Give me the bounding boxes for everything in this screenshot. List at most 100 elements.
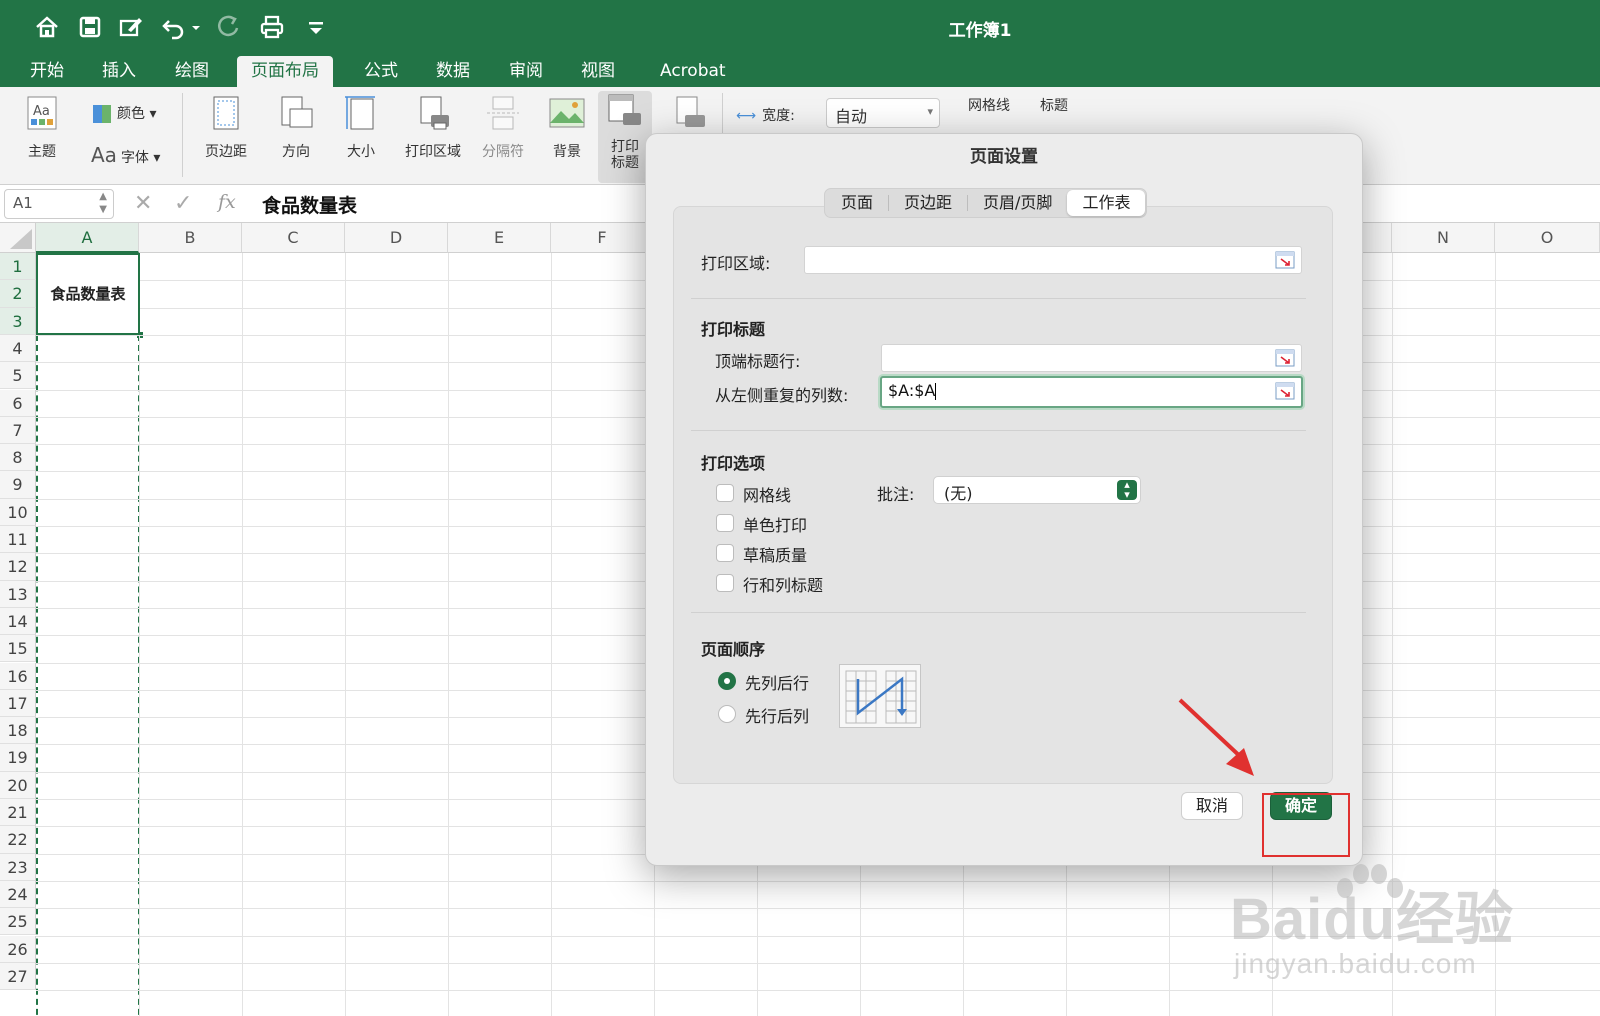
row-header[interactable]: 18 [0,717,36,745]
row-header[interactable]: 12 [0,553,36,581]
width-dropdown[interactable]: 自动 ▾ [826,98,940,128]
cancel-icon[interactable]: ✕ [134,191,152,216]
confirm-icon[interactable]: ✓ [174,191,192,216]
row-header[interactable]: 23 [0,853,36,881]
window-title: 工作簿1 [948,21,1012,41]
select-all-corner[interactable] [0,223,36,253]
formula-input[interactable]: 食品数量表 [262,191,357,218]
column-header[interactable]: N [1392,223,1495,253]
cancel-button[interactable]: 取消 [1181,792,1244,820]
row-header[interactable]: 8 [0,444,36,472]
column-header[interactable]: B [139,223,242,253]
tab-formulas[interactable]: 公式 [356,56,406,87]
print-area-input[interactable] [804,246,1302,274]
down-then-over-radio[interactable] [718,672,736,690]
column-header[interactable]: F [551,223,654,253]
row-header[interactable]: 24 [0,880,36,909]
themes-button[interactable]: Aa 主题 [14,93,70,161]
row-header[interactable]: 4 [0,334,36,363]
row-header[interactable]: 19 [0,744,36,772]
tab-insert[interactable]: 插入 [94,56,144,87]
headings-group-label: 标题 [1040,98,1068,114]
draft-quality-checkbox-label: 草稿质量 [743,546,808,565]
print-titles-button[interactable]: 打印 标题 [598,91,652,183]
cell-a1[interactable]: 食品数量表 [36,253,140,335]
function-icon[interactable]: fx [218,191,236,213]
red-arrow-icon [1178,698,1254,776]
range-select-icon[interactable] [1275,382,1295,400]
row-header[interactable]: 5 [0,362,36,390]
margins-button[interactable]: 页边距 [198,93,254,161]
name-box[interactable]: A1 ▲ ▼ [4,189,114,219]
over-then-down-radio[interactable] [718,705,736,723]
column-header[interactable]: D [345,223,448,253]
row-col-headings-checkbox[interactable] [716,574,734,592]
colors-icon [93,105,111,123]
grid-column-line [139,253,140,1016]
tab-home[interactable]: 开始 [22,56,72,87]
tab-page[interactable]: 页面 [826,190,888,216]
draft-quality-checkbox[interactable] [716,544,734,562]
row-header[interactable]: 1 [0,253,36,281]
cols-to-repeat-input[interactable]: $A:$A [880,376,1303,408]
rows-to-repeat-input[interactable] [881,344,1302,372]
row-header[interactable]: 17 [0,689,36,718]
breaks-label: 分隔符 [482,144,524,160]
breaks-button[interactable]: 分隔符 [477,93,529,161]
row-header[interactable]: 25 [0,908,36,936]
row-header[interactable]: 26 [0,935,36,963]
range-select-icon[interactable] [1275,349,1295,367]
row-header[interactable]: 14 [0,607,36,636]
black-white-checkbox[interactable] [716,514,734,532]
column-header[interactable]: O [1495,223,1600,253]
fonts-label: 字体 [120,150,149,166]
row-header[interactable]: 11 [0,526,36,554]
section-divider [691,430,1306,431]
row-header[interactable]: 2 [0,280,36,308]
name-box-stepper-icon[interactable]: ▲ ▼ [99,190,107,216]
grid-column-line [551,253,552,1016]
tab-header-footer[interactable]: 页眉/页脚 [968,190,1067,216]
print-area-button[interactable]: 打印区域 [400,93,466,161]
tab-acrobat[interactable]: Acrobat [652,56,734,87]
grid-column-line [345,253,346,1016]
row-header[interactable]: 20 [0,771,36,799]
row-header[interactable]: 7 [0,416,36,445]
column-header[interactable]: E [448,223,551,253]
fonts-button[interactable]: Aa 字体 ▾ [91,143,160,167]
row-header[interactable]: 10 [0,498,36,526]
column-header[interactable]: A [36,223,139,253]
column-header[interactable]: C [242,223,345,253]
svg-text:Aa: Aa [33,104,50,119]
row-header[interactable]: 6 [0,389,36,417]
row-header[interactable]: 3 [0,307,36,335]
row-header[interactable]: 27 [0,962,36,991]
row-header[interactable]: 9 [0,471,36,499]
tab-draw[interactable]: 绘图 [167,56,217,87]
tab-sheet[interactable]: 工作表 [1067,190,1146,216]
tab-margins[interactable]: 页边距 [889,190,967,216]
range-select-icon[interactable] [1275,251,1295,269]
grid-column-line [242,253,243,1016]
tab-data[interactable]: 数据 [428,56,478,87]
gridlines-checkbox-label: 网格线 [743,486,792,505]
tab-view[interactable]: 视图 [573,56,623,87]
background-button[interactable]: 背景 [544,93,590,161]
colors-button[interactable]: 颜色 ▾ [93,103,156,123]
size-button[interactable]: 大小 [338,93,384,161]
print-title-column-marquee [36,335,140,1016]
section-divider [691,612,1306,613]
margins-icon [206,93,246,135]
comments-select[interactable]: (无) ▴ ▾ [933,476,1141,504]
row-header[interactable]: 16 [0,662,36,690]
row-header[interactable]: 21 [0,799,36,827]
tab-page-layout[interactable]: 页面布局 [237,56,333,87]
row-header[interactable]: 15 [0,635,36,663]
orientation-button[interactable]: 方向 [268,93,324,161]
gridlines-checkbox[interactable] [716,484,734,502]
print-area-label: 打印区域 [405,144,461,160]
tab-review[interactable]: 审阅 [501,56,551,87]
row-header[interactable]: 13 [0,580,36,608]
row-header[interactable]: 22 [0,826,36,854]
print-titles-heading: 打印标题 [701,320,766,339]
